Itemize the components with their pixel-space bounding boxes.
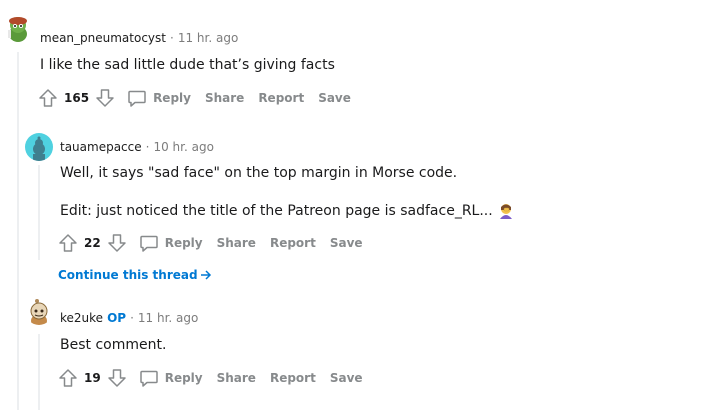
reply-label: Reply [153,91,191,105]
downvote-icon[interactable] [107,233,127,253]
thread-line-reply-2[interactable] [38,334,40,410]
comment-bubble-icon [128,90,146,107]
comment-meta: ke2uke OP · 11 hr. ago [60,311,198,325]
comment-bubble-icon [139,235,158,252]
snoo-avatar-icon [8,17,27,42]
snoo-avatar-icon [33,136,45,161]
reply-label: Reply [164,371,203,385]
facepalm-emoji-icon [499,204,512,219]
comment-meta: tauamepacce · 10 hr. ago [60,140,214,154]
comment-body: I like the sad little dude that’s giving… [40,57,335,73]
comment-actions: 19 Reply Share Report Save [58,366,363,390]
comment-meta: mean_pneumatocyst · 11 hr. ago [40,31,238,45]
timestamp[interactable]: 11 hr. ago [178,31,238,45]
comment-actions: 165 Reply Share Report Save [38,86,351,110]
comment-body: Best comment. [60,337,167,353]
upvote-icon[interactable] [38,88,58,108]
avatar[interactable] [25,297,53,325]
vote-count: 22 [84,236,101,250]
timestamp[interactable]: 10 hr. ago [153,140,213,154]
reply-button[interactable]: Reply [139,368,203,388]
thread-line-reply-1[interactable] [38,165,40,260]
timestamp[interactable]: 11 hr. ago [138,311,198,325]
continue-thread-link[interactable]: Continue this thread [58,268,212,282]
comment-actions: 22 Reply Share Report Save [58,231,363,255]
reply-button[interactable]: Reply [139,233,203,253]
avatar[interactable] [25,133,53,161]
report-button[interactable]: Report [270,371,316,385]
reply-label: Reply [164,236,203,250]
op-badge: OP [107,311,127,325]
continue-thread-label: Continue this thread [58,268,198,282]
meta-separator: · [170,31,174,45]
downvote-icon[interactable] [107,368,127,388]
meta-separator: · [130,311,134,325]
upvote-icon[interactable] [58,233,78,253]
share-button[interactable]: Share [217,236,256,250]
username[interactable]: ke2uke [60,311,103,325]
share-button[interactable]: Share [205,91,244,105]
comment-body-edit: Edit: just noticed the title of the Patr… [60,202,515,220]
meta-separator: · [145,140,150,154]
reply-button[interactable]: Reply [127,88,191,108]
thread-line-root[interactable] [17,52,19,410]
username[interactable]: mean_pneumatocyst [40,31,166,45]
comment-body-edit-text: Edit: just noticed the title of the Patr… [60,203,493,219]
upvote-icon[interactable] [58,368,78,388]
vote-count: 19 [84,371,101,385]
vote-count: 165 [64,91,90,105]
snoo-avatar-icon [30,299,48,325]
downvote-icon[interactable] [95,88,115,108]
comment-bubble-icon [139,370,158,387]
username[interactable]: tauamepacce [60,140,142,154]
share-button[interactable]: Share [217,371,256,385]
save-button[interactable]: Save [330,371,363,385]
arrow-right-icon [200,270,211,280]
comment-body: Well, it says "sad face" on the top marg… [60,165,458,181]
report-button[interactable]: Report [258,91,304,105]
save-button[interactable]: Save [330,236,363,250]
avatar[interactable] [4,14,32,42]
report-button[interactable]: Report [270,236,316,250]
save-button[interactable]: Save [318,91,351,105]
